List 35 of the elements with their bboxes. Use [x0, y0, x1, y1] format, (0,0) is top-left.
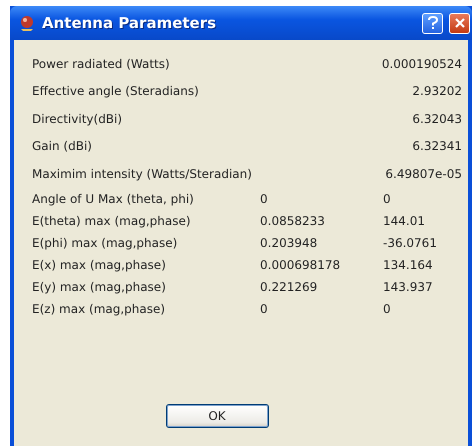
help-button[interactable]: [422, 12, 443, 34]
magnitude-value: 0: [260, 192, 269, 206]
parameter-label: E(phi) max (mag,phase): [32, 236, 178, 250]
phase-value: 134.164: [383, 258, 434, 272]
parameter-label: Gain (dBi): [32, 139, 93, 154]
magnitude-value: 0.203948: [260, 236, 318, 250]
phase-value: 144.01: [383, 214, 426, 228]
phase-value: 0: [383, 302, 392, 316]
phase-value: 0: [383, 192, 392, 206]
parameter-label: Angle of U Max (theta, phi): [32, 192, 195, 206]
app-icon: [18, 14, 36, 32]
parameter-value: 6.32341: [412, 139, 462, 154]
magnitude-value: 0: [260, 302, 269, 316]
magnitude-value: 0.0858233: [260, 214, 326, 228]
parameter-value: 6.49807e-05: [385, 166, 462, 181]
parameter-value: 0.000190524: [382, 56, 462, 71]
close-button[interactable]: [449, 12, 470, 34]
question-mark-icon: [426, 16, 438, 30]
parameter-label: E(z) max (mag,phase): [32, 302, 166, 316]
parameter-label: Power radiated (Watts): [32, 56, 171, 71]
parameter-value: 6.32043: [412, 112, 462, 126]
window-title: Antenna Parameters: [42, 14, 218, 32]
parameter-label: Maximim intensity (Watts/Steradian): [32, 166, 253, 181]
parameter-label: E(x) max (mag,phase): [32, 258, 167, 272]
magnitude-value: 0.221269: [260, 280, 318, 294]
parameter-label: E(y) max (mag,phase): [32, 280, 167, 294]
magnitude-value: 0.000698178: [260, 258, 342, 272]
phase-value: 143.937: [383, 280, 434, 294]
close-icon: [454, 17, 466, 29]
parameter-label: E(theta) max (mag,phase): [32, 214, 192, 228]
phase-value: -36.0761: [383, 236, 438, 250]
parameter-label: Effective angle (Steradians): [32, 84, 200, 98]
parameter-label: Directivity(dBi): [32, 112, 124, 126]
parameter-value: 2.93202: [412, 84, 462, 98]
ok-button[interactable]: OK: [166, 404, 268, 428]
